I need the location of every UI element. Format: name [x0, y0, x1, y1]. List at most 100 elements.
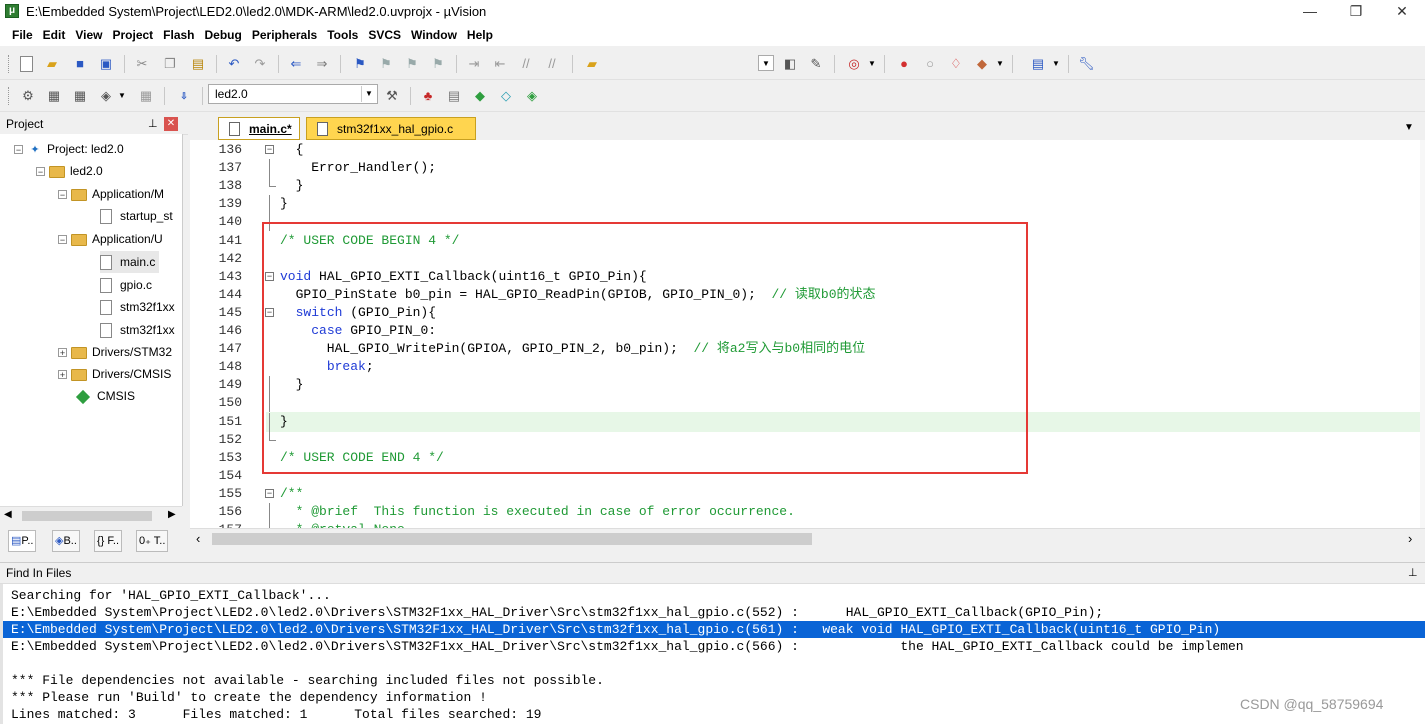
scrollbar-thumb[interactable] [22, 511, 152, 521]
code-line[interactable]: * @brief This function is executed in ca… [280, 503, 795, 521]
code-line[interactable]: } [280, 195, 288, 213]
breakpoints-dropdown-icon[interactable]: ▼ [992, 56, 1008, 72]
project-tree-scrollbar[interactable]: ◀ ▶ [0, 506, 182, 525]
toolbar-grip[interactable] [8, 55, 12, 73]
download-load-icon[interactable]: ⇩ [176, 88, 192, 104]
options-for-target-icon[interactable]: ⚒ [384, 88, 400, 104]
collapse-icon[interactable]: − [14, 145, 23, 155]
menu-file[interactable]: File [7, 24, 38, 46]
maximize-button[interactable]: ❐ [1333, 0, 1379, 24]
tree-item-group-drivers-stm32[interactable]: + Drivers/STM32 [58, 341, 172, 363]
batch-build-dropdown-icon[interactable]: ▼ [114, 88, 130, 104]
code-line[interactable]: * @retval None [280, 521, 405, 528]
menu-edit[interactable]: Edit [38, 24, 71, 46]
rebuild-icon[interactable]: ▦ [72, 88, 88, 104]
configure-wrench-icon[interactable]: 🔧︎ [1078, 56, 1095, 72]
tree-item-file-gpio-c[interactable]: gpio.c [100, 274, 152, 296]
tab-stm32f1xx-hal-gpio-c[interactable]: stm32f1xx_hal_gpio.c [306, 117, 476, 140]
scroll-right-icon[interactable]: › [1408, 531, 1412, 546]
fold-toggle-icon[interactable]: − [265, 141, 275, 159]
tree-item-file-stm32f1xx-2[interactable]: stm32f1xx [100, 319, 175, 341]
pin-icon[interactable]: ⊥ [1408, 566, 1418, 579]
copy-icon[interactable]: ❐ [162, 56, 178, 72]
code-line[interactable]: Error_Handler(); [280, 159, 436, 177]
find-in-files-icon[interactable]: ▰ [584, 56, 600, 72]
editor-horizontal-scrollbar[interactable]: ‹ › [190, 528, 1425, 549]
code-line[interactable]: /** [280, 485, 303, 503]
editor-vertical-scrollbar[interactable] [1420, 140, 1425, 528]
navigate-forward-icon[interactable]: ⇒ [314, 56, 330, 72]
indent-icon[interactable]: ⇥ [466, 56, 482, 72]
tab-list-dropdown-icon[interactable]: ▼ [1404, 122, 1414, 133]
target-select[interactable]: led2.0 ▼ [208, 84, 378, 104]
close-panel-icon[interactable]: ✕ [164, 117, 178, 131]
incremental-find-icon[interactable]: ✎ [808, 56, 824, 72]
tree-item-group-drivers-cmsis[interactable]: + Drivers/CMSIS [58, 363, 171, 385]
menu-peripherals[interactable]: Peripherals [247, 24, 322, 46]
toolbar-grip[interactable] [8, 87, 12, 105]
close-button[interactable]: ✕ [1379, 0, 1425, 24]
result-line[interactable]: E:\Embedded System\Project\LED2.0\led2.0… [11, 604, 1103, 621]
tree-item-target[interactable]: − led2.0 [36, 160, 103, 182]
insert-bookmark-icon[interactable]: ⚑ [352, 56, 368, 72]
tab-main-c[interactable]: main.c* [218, 117, 300, 140]
file-extensions-icon[interactable]: ▤ [446, 88, 462, 104]
menu-project[interactable]: Project [107, 24, 158, 46]
scroll-left-icon[interactable]: ◀ [4, 509, 12, 520]
menu-svcs[interactable]: SVCS [363, 24, 406, 46]
undo-icon[interactable]: ↶ [226, 56, 242, 72]
expand-icon[interactable]: + [58, 370, 67, 380]
collapse-icon[interactable]: − [36, 167, 45, 177]
select-packs-icon[interactable]: ◇ [498, 88, 514, 104]
fold-toggle-icon[interactable]: − [265, 485, 275, 503]
window-layout-icon[interactable]: ▤ [1030, 56, 1046, 72]
tab-project[interactable]: ▤P.. [8, 530, 37, 552]
minimize-button[interactable]: — [1287, 0, 1333, 24]
menu-debug[interactable]: Debug [200, 24, 247, 46]
collapse-icon[interactable]: − [58, 235, 67, 245]
disable-breakpoints-icon[interactable]: ♢ [948, 56, 964, 72]
open-folder-icon[interactable]: ▰ [44, 56, 60, 72]
window-layout-dropdown-icon[interactable]: ▼ [1048, 56, 1064, 72]
save-all-icon[interactable]: ▣ [98, 56, 114, 72]
enable-breakpoint-icon[interactable]: ○ [922, 56, 938, 72]
tree-item-file-main-c[interactable]: main.c [100, 251, 160, 273]
cut-icon[interactable]: ✂ [134, 56, 150, 72]
menu-flash[interactable]: Flash [158, 24, 199, 46]
code-line[interactable]: } [280, 177, 304, 195]
uncomment-icon[interactable]: // [544, 56, 560, 72]
tree-item-cmsis[interactable]: CMSIS [75, 385, 135, 407]
tree-item-file-stm32f1xx-1[interactable]: stm32f1xx [100, 296, 175, 318]
comment-icon[interactable]: // [518, 56, 534, 72]
paste-icon[interactable]: ▤ [190, 56, 206, 72]
tree-item-file-startup[interactable]: startup_st [100, 205, 173, 227]
tree-item-group-application-mdk[interactable]: − Application/M [58, 183, 164, 205]
scrollbar-thumb[interactable] [212, 533, 812, 545]
manage-project-items-icon[interactable]: ♣ [420, 88, 436, 104]
find-icon[interactable]: ◧ [782, 56, 798, 72]
expand-icon[interactable]: + [58, 348, 67, 358]
tree-item-project[interactable]: − ✦ Project: led2.0 [14, 138, 124, 160]
batch-build-icon[interactable]: ◈ [98, 88, 114, 104]
menu-help[interactable]: Help [462, 24, 498, 46]
find-in-files-output[interactable]: Searching for 'HAL_GPIO_EXTI_Callback'..… [0, 584, 1425, 724]
scroll-left-icon[interactable]: ‹ [196, 531, 200, 546]
redo-icon[interactable]: ↷ [252, 56, 268, 72]
kill-breakpoints-icon[interactable]: ◆ [974, 56, 990, 72]
pack-installer-icon[interactable]: ◈ [524, 88, 540, 104]
manage-rte-icon[interactable]: ◆ [472, 88, 488, 104]
debug-dropdown-icon[interactable]: ▼ [864, 56, 880, 72]
unindent-icon[interactable]: ⇤ [492, 56, 508, 72]
tab-books[interactable]: ◈B.. [52, 530, 80, 552]
pin-icon[interactable]: ⊥ [148, 117, 158, 130]
tab-templates[interactable]: 0₊ T.. [136, 530, 169, 552]
next-bookmark-icon[interactable]: ⚑ [404, 56, 420, 72]
save-icon[interactable]: ■ [72, 56, 88, 72]
navigate-back-icon[interactable]: ⇐ [288, 56, 304, 72]
code-line[interactable]: { [280, 141, 304, 159]
previous-bookmark-icon[interactable]: ⚑ [378, 56, 394, 72]
translate-icon[interactable]: ⚙ [20, 88, 36, 104]
new-file-icon[interactable] [20, 56, 33, 72]
tree-item-group-application-user[interactable]: − Application/U [58, 228, 163, 250]
collapse-icon[interactable]: − [58, 190, 67, 200]
